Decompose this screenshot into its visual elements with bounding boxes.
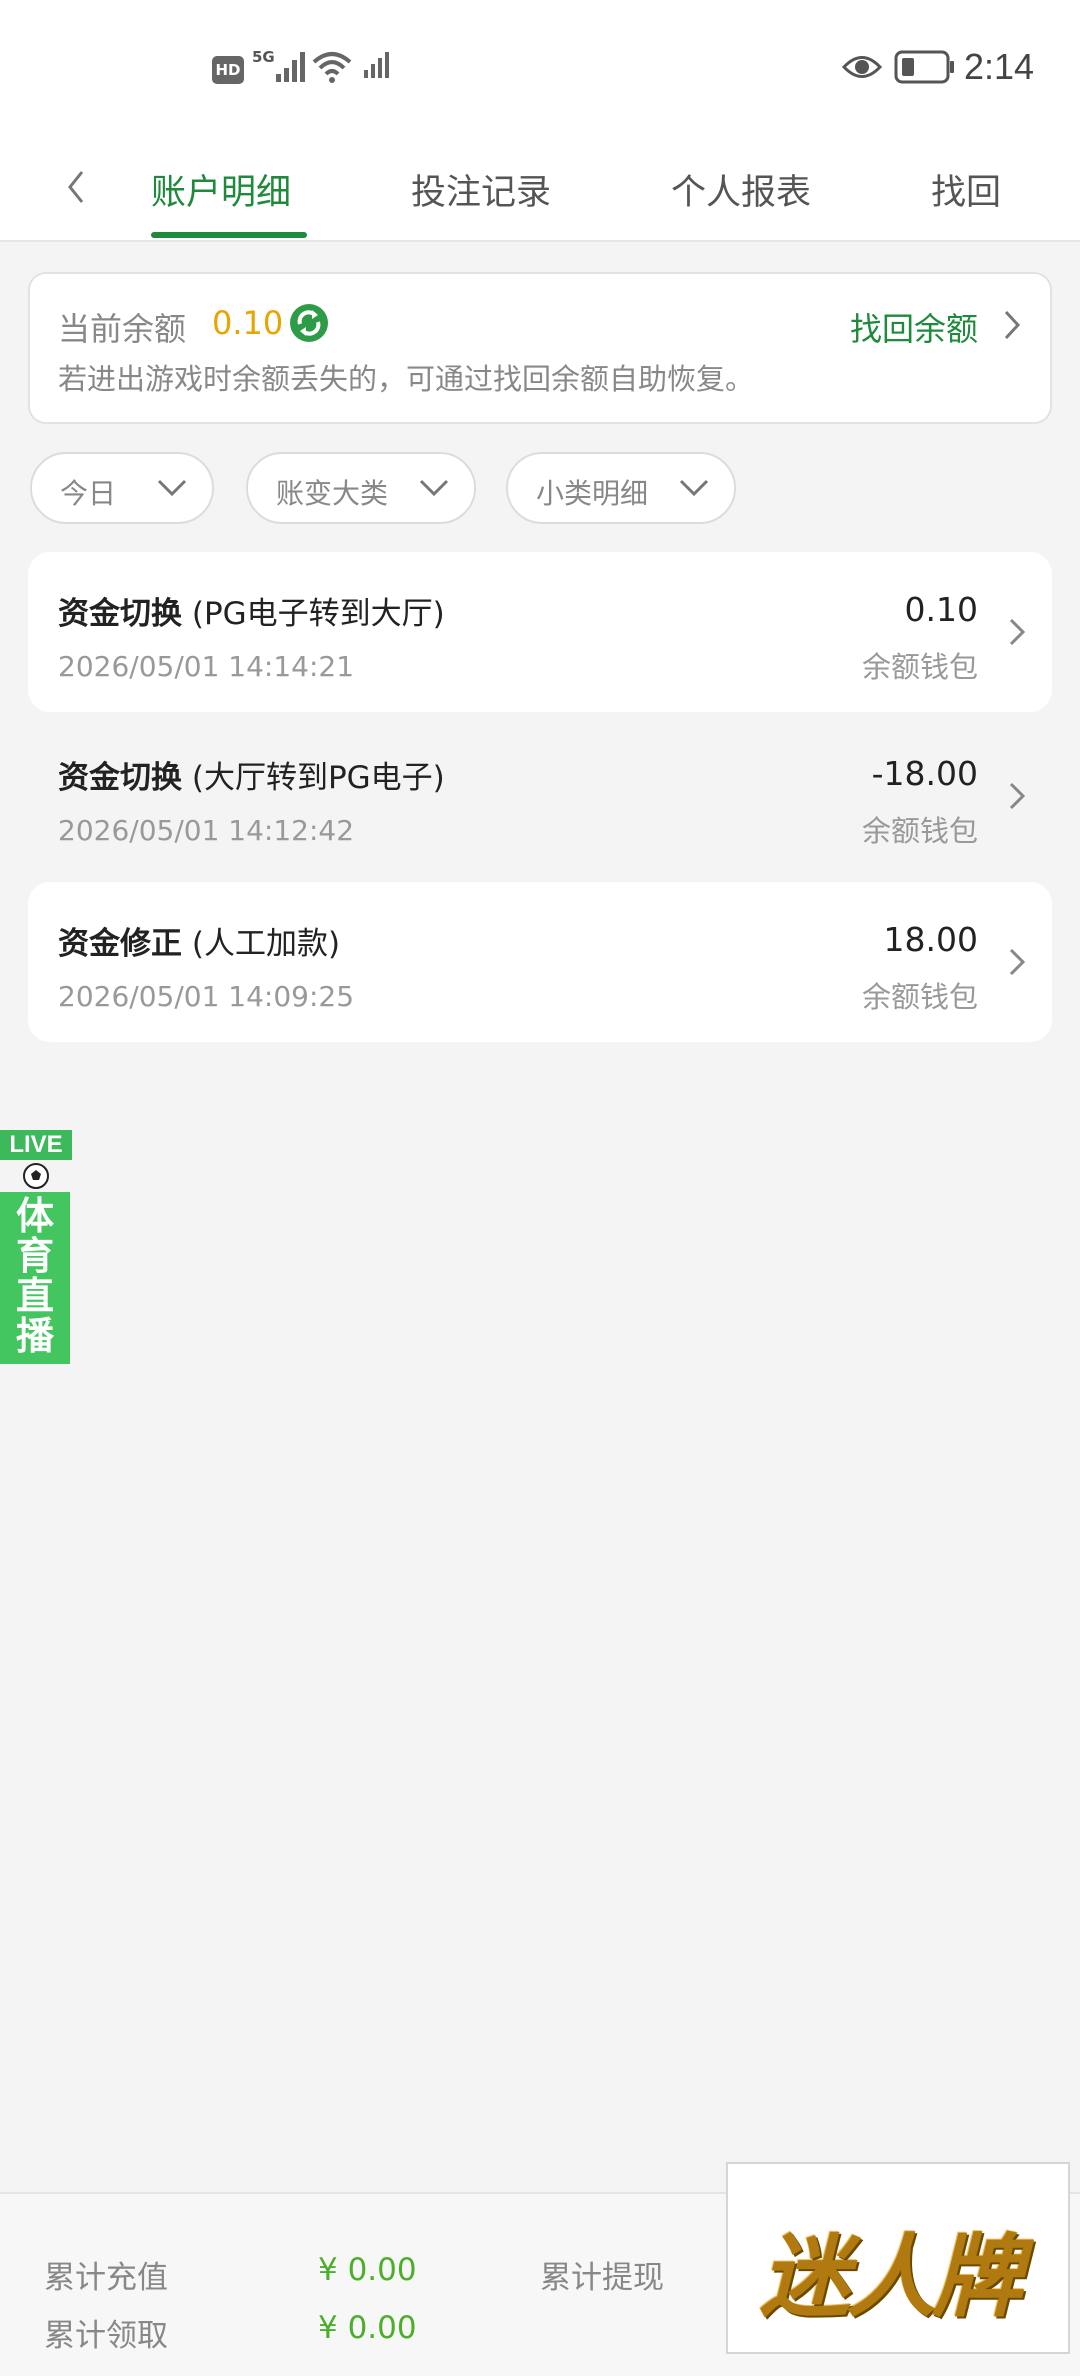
total-claim-value: ¥ 0.00 xyxy=(318,2310,417,2346)
record-wallet: 余额钱包 xyxy=(861,814,978,848)
chevron-down-icon xyxy=(419,479,449,497)
record-amount: -18.00 xyxy=(871,754,978,793)
filter-change-category[interactable]: 账变大类 xyxy=(246,452,476,524)
balance-card: 当前余额 0.10 找回余额 若进出游戏时余额丢失的，可通过找回余额自助恢复。 xyxy=(28,272,1052,424)
hd-indicator: HD xyxy=(212,56,244,84)
chevron-right-icon xyxy=(1009,782,1026,810)
status-bar: HD 5G 2:14 xyxy=(0,0,1080,140)
balance-hint: 若进出游戏时余额丢失的，可通过找回余额自助恢复。 xyxy=(58,362,755,396)
total-recharge-value: ¥ 0.00 xyxy=(318,2252,417,2288)
eye-icon xyxy=(842,56,882,78)
record-amount: 0.10 xyxy=(904,590,978,629)
filter-subcategory[interactable]: 小类明细 xyxy=(506,452,736,524)
wifi-icon xyxy=(312,52,352,83)
record-type: 资金切换 xyxy=(58,760,182,796)
record-type: 资金切换 xyxy=(58,596,182,632)
record-title: 资金切换 (PG电子转到大厅) xyxy=(58,588,445,633)
chevron-right-icon xyxy=(1009,618,1026,646)
total-claim-label: 累计领取 xyxy=(44,2318,168,2354)
record-time: 2026/05/01 14:09:25 xyxy=(58,980,355,1013)
chevron-down-icon xyxy=(157,479,187,497)
balance-label: 当前余额 xyxy=(58,310,187,348)
promo-banner[interactable]: 迷人牌 xyxy=(726,2162,1070,2354)
tab-recover[interactable]: 找回 xyxy=(931,164,1001,215)
total-withdraw-label: 累计提现 xyxy=(540,2260,664,2296)
recover-balance-link[interactable]: 找回余额 xyxy=(850,304,978,350)
record-detail: (大厅转到PG电子) xyxy=(191,760,445,796)
tab-bar: 账户明细 投注记录 个人报表 找回 xyxy=(0,140,1080,242)
battery-icon xyxy=(894,50,954,84)
record-time: 2026/05/01 14:14:21 xyxy=(58,650,355,683)
live-tag: LIVE xyxy=(0,1130,72,1160)
tab-personal-report[interactable]: 个人报表 xyxy=(671,164,811,215)
chevron-right-icon[interactable] xyxy=(1000,308,1024,342)
chevron-right-icon xyxy=(1009,948,1026,976)
record-title: 资金修正 (人工加款) xyxy=(58,918,340,963)
filter-category-label: 账变大类 xyxy=(276,477,389,510)
balance-value: 0.10 xyxy=(212,304,284,342)
filter-date-label: 今日 xyxy=(60,477,117,510)
list-item[interactable]: 资金修正 (人工加款) 2026/05/01 14:09:25 18.00 余额… xyxy=(28,882,1052,1042)
signal-secondary-icon xyxy=(364,52,389,78)
chevron-down-icon xyxy=(679,479,709,497)
total-recharge-label: 累计充值 xyxy=(44,2260,168,2296)
filter-date[interactable]: 今日 xyxy=(30,452,214,524)
record-detail: (PG电子转到大厅) xyxy=(191,596,445,632)
tab-account-details[interactable]: 账户明细 xyxy=(151,164,291,215)
refresh-icon[interactable] xyxy=(288,302,330,344)
record-wallet: 余额钱包 xyxy=(861,650,978,684)
filter-subcategory-label: 小类明细 xyxy=(536,477,649,510)
record-wallet: 余额钱包 xyxy=(861,980,978,1014)
active-tab-indicator xyxy=(151,232,307,238)
record-title: 资金切换 (大厅转到PG电子) xyxy=(58,752,445,797)
record-amount: 18.00 xyxy=(883,920,978,959)
back-chevron-icon[interactable] xyxy=(56,162,96,212)
signal-icon xyxy=(276,52,305,82)
record-type: 资金修正 xyxy=(58,926,182,962)
soccer-ball-icon xyxy=(23,1163,49,1189)
promo-logo: 迷人牌 xyxy=(760,2224,1022,2330)
record-detail: (人工加款) xyxy=(191,926,341,962)
list-item[interactable]: 资金切换 (PG电子转到大厅) 2026/05/01 14:14:21 0.10… xyxy=(28,552,1052,712)
live-sports-float[interactable]: LIVE 体育直播 xyxy=(0,1130,72,1364)
list-item[interactable]: 资金切换 (大厅转到PG电子) 2026/05/01 14:12:42 -18.… xyxy=(28,716,1052,876)
record-time: 2026/05/01 14:12:42 xyxy=(58,814,355,847)
clock: 2:14 xyxy=(964,46,1035,87)
tab-bet-records[interactable]: 投注记录 xyxy=(411,164,551,215)
live-sports-label: 体育直播 xyxy=(15,1194,54,1358)
